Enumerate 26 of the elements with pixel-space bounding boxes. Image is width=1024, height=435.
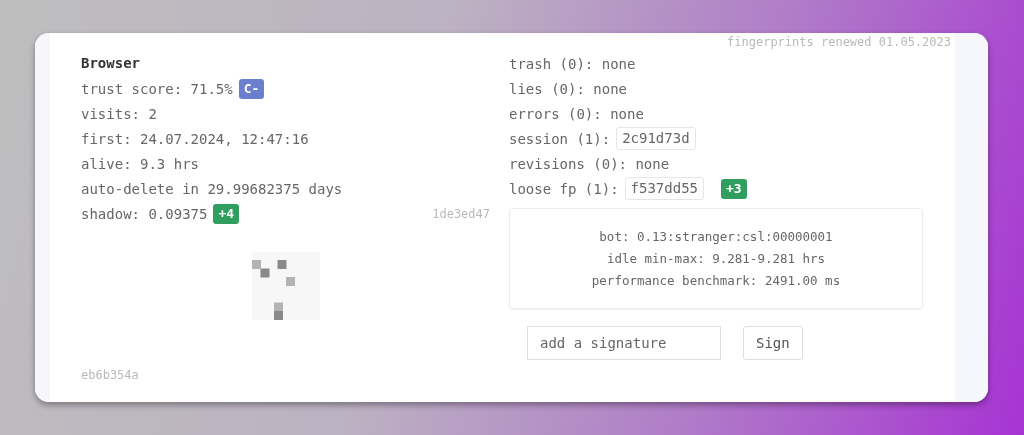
fingerprint-label: session (1): bbox=[509, 130, 611, 147]
info-text: idle min-max: 9.281-9.281 hrs bbox=[606, 249, 826, 268]
badge: +3 bbox=[721, 178, 747, 199]
badge: +4 bbox=[213, 203, 240, 224]
hash-code: 2c91d73d bbox=[616, 127, 696, 150]
hash-text: eb6b354a bbox=[81, 368, 140, 382]
signature-field[interactable]: add a signature bbox=[527, 326, 721, 360]
hash-text: 1de3ed47 bbox=[432, 206, 490, 221]
sign-button[interactable]: Sign bbox=[743, 326, 803, 360]
stat-text: alive: 9.3 hrs bbox=[81, 155, 199, 172]
info-text: performance benchmark: 2491.00 ms bbox=[591, 271, 841, 290]
fingerprint-text: revisions (0): none bbox=[509, 155, 670, 172]
stat-text: shadow: 0.09375 bbox=[81, 205, 208, 222]
info-text: bot: 0.13:stranger:csl:00000001 bbox=[599, 227, 833, 246]
hash-code: f537dd55 bbox=[624, 177, 704, 200]
renewed-date: fingerprints renewed 01.05.2023 bbox=[727, 34, 951, 51]
section-title: Browser bbox=[81, 54, 141, 73]
fingerprint-label: loose fp (1): bbox=[509, 180, 619, 197]
stat-text: first: 24.07.2024, 12:47:16 bbox=[81, 130, 309, 147]
fingerprint-text: lies (0): none bbox=[509, 80, 627, 97]
stat-text: visits: 2 bbox=[81, 105, 157, 122]
fingerprint-text: trash (0): none bbox=[509, 55, 636, 72]
stat-text: auto-delete in 29.99682375 days bbox=[81, 180, 343, 197]
badge: C- bbox=[238, 78, 265, 99]
stat-text: trust score: 71.5% bbox=[81, 80, 233, 97]
fingerprint-text: errors (0): none bbox=[509, 105, 644, 122]
